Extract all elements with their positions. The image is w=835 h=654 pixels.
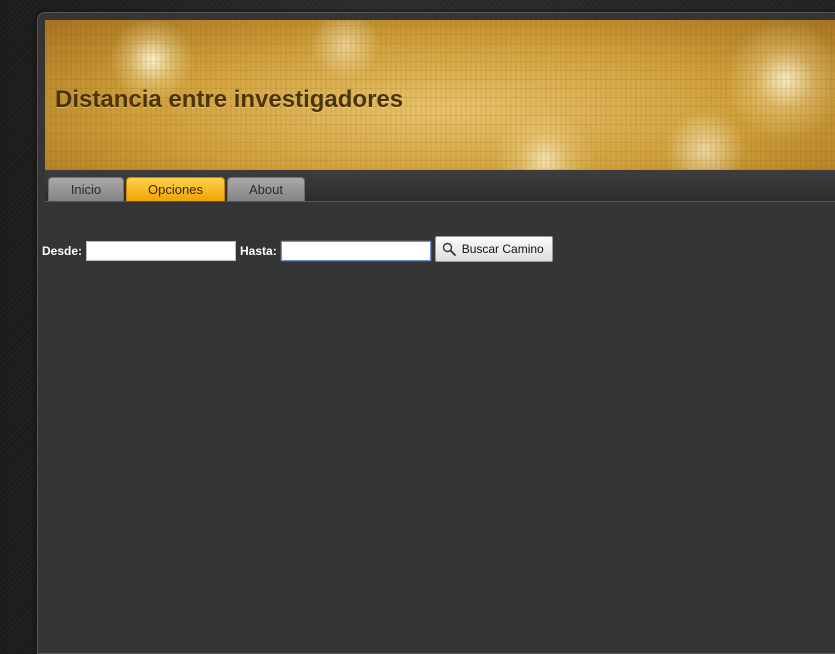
search-path-button[interactable]: Buscar Camino [434, 236, 553, 262]
from-label: Desde: [42, 244, 83, 258]
header-banner: Distancia entre investigadores [45, 20, 835, 170]
from-input[interactable] [86, 241, 237, 261]
nav-bar: Inicio Opciones About [45, 170, 835, 202]
magnifier-icon [442, 242, 456, 256]
page-frame: Distancia entre investigadores Inicio Op… [37, 12, 835, 654]
tab-about[interactable]: About [227, 177, 305, 201]
search-button-label: Buscar Camino [461, 242, 544, 256]
tab-inicio[interactable]: Inicio [48, 177, 124, 201]
to-input[interactable] [280, 241, 431, 261]
site-title: Distancia entre investigadores [55, 86, 404, 113]
tab-opciones[interactable]: Opciones [126, 177, 225, 201]
search-form: Desde: Hasta: Buscar Camino [42, 236, 553, 265]
to-label: Hasta: [240, 244, 277, 258]
